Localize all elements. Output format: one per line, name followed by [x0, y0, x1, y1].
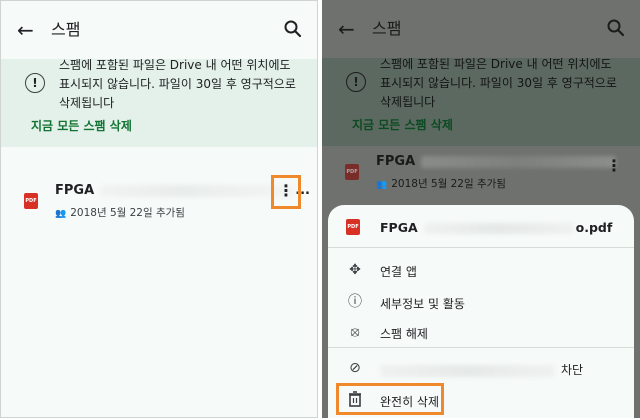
app-bar: ← 스팸: [1, 1, 317, 59]
empty-spam-now-link[interactable]: 지금 모든 스팸 삭제: [352, 116, 453, 133]
notice-line-3: 삭제됩니다: [59, 96, 115, 110]
back-arrow-icon[interactable]: ←: [17, 19, 34, 41]
divider: [328, 347, 634, 348]
file-row: PDF FPGA 👥 2018년 5월 22일 추가됨 ⋮: [322, 150, 640, 198]
notice-line-1: 스팸에 포함된 파일은 Drive 내 어떤 위치에도: [59, 58, 291, 72]
pdf-file-icon: PDF: [345, 164, 359, 180]
file-row[interactable]: PDF FPGA... 👥 2018년 5월 22일 추가됨 ⋮: [1, 175, 317, 227]
apps-icon: ✥: [349, 262, 361, 278]
menu-item-not-spam[interactable]: ⦻ 스팸 해제: [328, 319, 634, 347]
sheet-file-name: FPGA o.pdf: [380, 220, 613, 235]
redacted-account: [380, 364, 555, 377]
page-title: 스팸: [51, 20, 81, 39]
menu-item-delete-forever[interactable]: 완전히 삭제: [328, 383, 634, 415]
more-options-icon: ⋮: [606, 156, 622, 175]
sheet-header: PDF FPGA o.pdf: [328, 205, 634, 247]
file-name: FPGA: [376, 154, 617, 169]
menu-item-details-activity[interactable]: ⓘ 세부정보 및 활동: [328, 289, 634, 317]
info-icon: !: [25, 73, 45, 93]
file-meta: 👥 2018년 5월 22일 추가됨: [55, 207, 185, 219]
search-icon[interactable]: [283, 19, 303, 39]
shared-people-icon: 👥: [55, 209, 67, 219]
page-title: 스팸: [372, 19, 402, 38]
redacted-filename: [421, 155, 617, 168]
notice-line-1: 스팸에 포함된 파일은 Drive 내 어떤 위치에도: [380, 57, 612, 71]
file-meta: 👥 2018년 5월 22일 추가됨: [376, 178, 506, 190]
notice-line-2: 표시되지 않습니다. 파일이 30일 후 영구적으로: [380, 76, 617, 90]
not-spam-icon: ⦻: [350, 324, 360, 340]
file-name-prefix: FPGA: [55, 183, 95, 198]
back-arrow-icon[interactable]: ←: [338, 18, 355, 40]
menu-item-connected-apps[interactable]: ✥ 연결 앱: [328, 257, 634, 285]
redacted-filename: [423, 223, 574, 234]
pdf-file-icon: PDF: [24, 193, 38, 209]
pdf-file-icon: PDF: [346, 219, 360, 235]
notice-line-3: 삭제됩니다: [380, 95, 436, 109]
trash-icon: [346, 391, 364, 409]
shared-people-icon: 👥: [376, 180, 388, 190]
block-icon: ⊘: [349, 360, 361, 376]
bottom-sheet: PDF FPGA o.pdf ✥ 연결 앱 ⓘ 세부정보 및 활동 ⦻ 스팸 해제…: [328, 205, 634, 418]
search-icon[interactable]: [606, 18, 626, 38]
menu-item-block[interactable]: ⊘ 차단: [328, 355, 634, 383]
app-bar: ← 스팸: [322, 0, 640, 58]
screen-spam-list: ← 스팸 ! 스팸에 포함된 파일은 Drive 내 어떤 위치에도 표시되지 …: [0, 0, 318, 418]
redacted-filename: [100, 184, 296, 197]
empty-spam-now-link[interactable]: 지금 모든 스팸 삭제: [31, 117, 132, 134]
info-icon: ⓘ: [348, 294, 362, 310]
divider: [328, 247, 634, 248]
notice-line-2: 표시되지 않습니다. 파일이 30일 후 영구적으로: [59, 77, 296, 91]
more-options-button[interactable]: ⋮: [271, 175, 301, 209]
info-icon: !: [346, 72, 366, 92]
screen-spam-options-sheet: ← 스팸 ! 스팸에 포함된 파일은 Drive 내 어떤 위치에도 표시되지 …: [322, 0, 640, 418]
